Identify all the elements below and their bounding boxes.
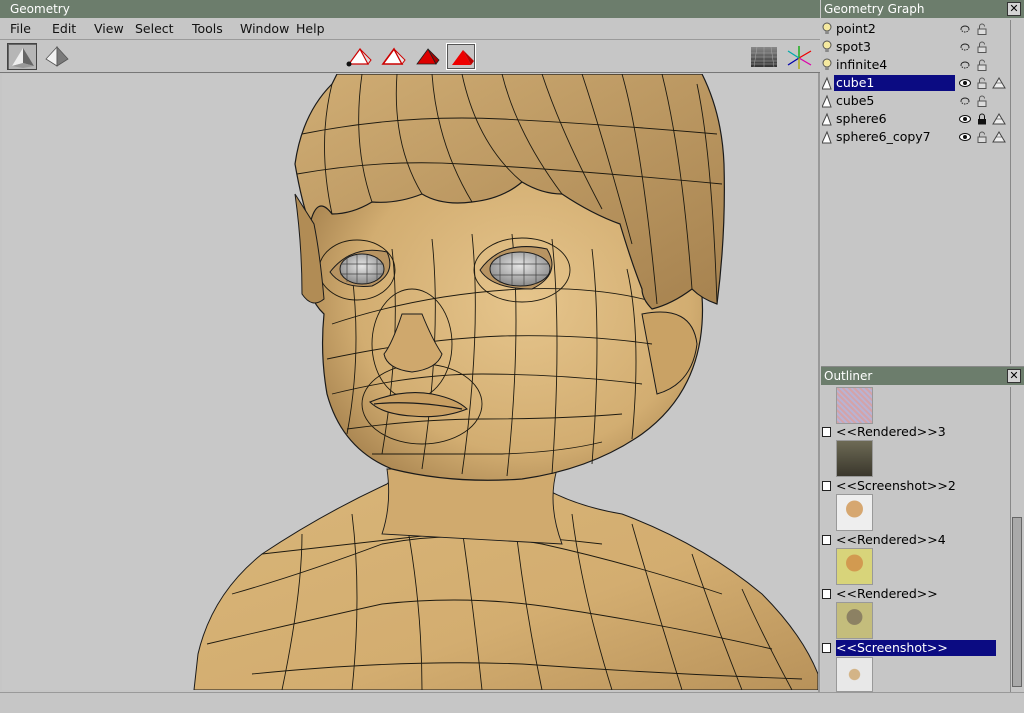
mesh-object-icon: [821, 94, 832, 108]
visibility-toggle-icon[interactable]: [959, 95, 971, 107]
lock-open-icon[interactable]: [976, 77, 988, 89]
visibility-toggle-icon[interactable]: [959, 23, 971, 35]
outliner-thumbnail[interactable]: [836, 548, 873, 585]
menu-file[interactable]: File: [10, 21, 31, 36]
outliner-scrollbar[interactable]: [1010, 387, 1023, 692]
flat-mode-icon: [45, 45, 69, 67]
outliner-title: Outliner: [821, 367, 1024, 385]
outliner-item-label[interactable]: <<Rendered>>3: [836, 424, 946, 440]
menu-bar: File Edit View Select Tools Window Help: [0, 18, 820, 40]
outliner-thumbnail[interactable]: [836, 602, 873, 639]
geometry-window: Geometry File Edit View Select Tools Win…: [0, 0, 820, 692]
status-bar: [0, 692, 1024, 713]
outliner-item-checkbox[interactable]: [822, 481, 831, 491]
visibility-toggle-icon[interactable]: [959, 41, 971, 53]
mesh-object-icon: [821, 76, 832, 90]
shaded-mode-icon: [12, 48, 34, 68]
vertex-select-icon: [346, 47, 372, 67]
geometry-graph-panel: Geometry Graph ✕ point2 spot3 infinite4 cub…: [821, 0, 1024, 366]
lock-open-icon[interactable]: [976, 95, 988, 107]
lock-open-icon[interactable]: [976, 23, 988, 35]
mesh-object-icon: [821, 112, 832, 126]
flat-mode-button[interactable]: [42, 43, 72, 70]
graph-item-label[interactable]: cube5: [834, 93, 955, 109]
shaded-mode-button[interactable]: [7, 43, 37, 70]
graph-item-cube1[interactable]: cube1: [821, 74, 1011, 92]
light-bulb-icon: [822, 58, 832, 72]
light-bulb-icon: [822, 40, 832, 54]
menu-window[interactable]: Window: [240, 21, 289, 36]
outliner-thumbnail[interactable]: [836, 657, 873, 692]
outliner-item-label[interactable]: <<Screenshot>>2: [836, 478, 956, 494]
object-select-icon: [452, 50, 474, 65]
menu-select[interactable]: Select: [135, 21, 174, 36]
axes-icon: [787, 46, 812, 69]
eye-icon[interactable]: [959, 131, 971, 143]
graph-item-label[interactable]: infinite4: [834, 57, 955, 73]
graph-item-label[interactable]: point2: [834, 21, 955, 37]
outliner-thumbnail-top[interactable]: [836, 387, 873, 424]
mesh-display-icon[interactable]: [992, 131, 1006, 143]
menu-view[interactable]: View: [94, 21, 124, 36]
graph-item-label[interactable]: sphere6: [834, 111, 955, 127]
outliner-item-checkbox[interactable]: [822, 427, 831, 437]
lock-open-icon[interactable]: [976, 131, 988, 143]
outliner-item-checkbox[interactable]: [822, 535, 831, 545]
light-bulb-icon: [822, 22, 832, 36]
graph-item-point2[interactable]: point2: [821, 20, 1011, 38]
outliner-thumbnail[interactable]: [836, 494, 873, 531]
outliner-item-checkbox[interactable]: [822, 589, 831, 599]
vertex-select-button[interactable]: [344, 43, 374, 70]
grid-toggle-button[interactable]: [748, 43, 778, 70]
outliner-item-label-selected[interactable]: <<Screenshot>>: [836, 640, 996, 656]
outliner-item-checkbox[interactable]: [822, 643, 831, 653]
graph-item-cube5[interactable]: cube5: [821, 92, 1011, 110]
graph-item-sphere6-copy7[interactable]: sphere6_copy7: [821, 128, 1011, 146]
mesh-display-icon[interactable]: [992, 77, 1006, 89]
edge-select-button[interactable]: [378, 43, 408, 70]
graph-item-label[interactable]: spot3: [834, 39, 955, 55]
mesh-object-icon: [821, 130, 832, 144]
graph-item-spot3[interactable]: spot3: [821, 38, 1011, 56]
geometry-graph-scrollbar[interactable]: [1010, 20, 1023, 364]
object-select-button[interactable]: [446, 43, 476, 70]
edge-select-icon: [381, 47, 406, 65]
outliner-close-icon[interactable]: ✕: [1007, 369, 1021, 383]
outliner-item-label[interactable]: <<Rendered>>4: [836, 532, 946, 548]
menu-help[interactable]: Help: [296, 21, 325, 36]
grid-icon: [751, 46, 777, 68]
mesh-display-icon[interactable]: [992, 113, 1006, 125]
outliner-item-label[interactable]: <<Rendered>>: [836, 586, 938, 602]
eye-icon[interactable]: [959, 77, 971, 89]
outliner-scrollbar-thumb[interactable]: [1012, 517, 1022, 687]
graph-item-label[interactable]: sphere6_copy7: [834, 129, 955, 145]
lock-open-icon[interactable]: [976, 59, 988, 71]
geometry-graph-title: Geometry Graph: [821, 0, 1024, 18]
menu-edit[interactable]: Edit: [52, 21, 76, 36]
eye-icon[interactable]: [959, 113, 971, 125]
face-select-icon: [416, 48, 440, 65]
character-model-render: [193, 74, 818, 690]
face-select-button[interactable]: [412, 43, 442, 70]
axes-toggle-button[interactable]: [783, 43, 813, 70]
graph-item-label[interactable]: cube1: [834, 75, 955, 91]
graph-item-infinite4[interactable]: infinite4: [821, 56, 1011, 74]
3d-viewport[interactable]: [2, 74, 818, 690]
toolbar: [0, 40, 820, 73]
geometry-window-title: Geometry: [0, 0, 820, 18]
menu-tools[interactable]: Tools: [192, 21, 223, 36]
outliner-panel: Outliner ✕ <<Rendered>>3 <<Screenshot>>2…: [821, 366, 1024, 692]
lock-open-icon[interactable]: [976, 41, 988, 53]
graph-item-sphere6[interactable]: sphere6: [821, 110, 1011, 128]
outliner-thumbnail[interactable]: [836, 440, 873, 477]
lock-closed-icon[interactable]: [976, 113, 988, 125]
visibility-toggle-icon[interactable]: [959, 59, 971, 71]
geometry-graph-close-icon[interactable]: ✕: [1007, 2, 1021, 16]
